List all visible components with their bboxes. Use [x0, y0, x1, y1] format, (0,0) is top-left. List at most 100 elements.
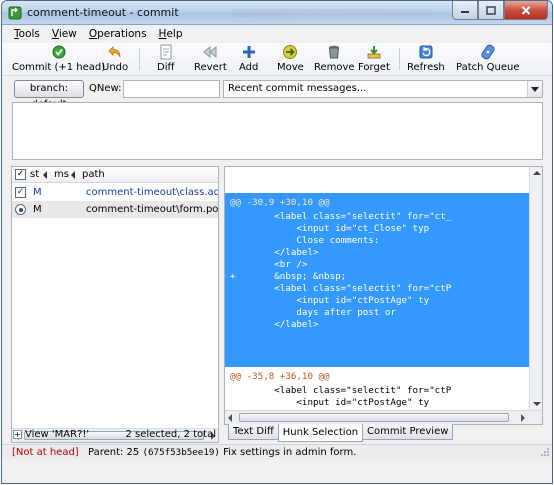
menu-operations[interactable]: Operations [83, 26, 153, 42]
add-label: Add [239, 62, 259, 73]
title-bar-blur [232, 9, 432, 17]
expand-icon[interactable]: + [13, 430, 22, 439]
column-header-path[interactable]: path [82, 169, 105, 180]
view-filter[interactable]: View 'MAR?!' [25, 429, 89, 440]
branch-button[interactable]: branch: default [14, 80, 84, 110]
column-header-ms[interactable]: ms [54, 169, 69, 180]
app-window: comment-timeout - commit Tools View Oper… [1, 0, 553, 484]
close-button[interactable] [504, 1, 548, 20]
diff-tabs: Text Diff Hunk Selection Commit Preview [228, 424, 454, 442]
refresh-label: Refresh [407, 62, 445, 73]
diff-line: <label class="selectit" for="ctP [230, 385, 452, 396]
select-all-checkbox[interactable]: ✓ [15, 169, 26, 180]
tab-hunk-selection[interactable]: Hunk Selection [277, 424, 364, 442]
undo-label: Undo [102, 62, 129, 73]
parent-message: Fix settings in admin form. [223, 447, 357, 458]
scroll-right-icon[interactable] [521, 414, 525, 422]
diff-line: Close comments: [230, 235, 380, 246]
diff-line: <input id="ctPostAge" ty [230, 295, 430, 306]
window-bottom [2, 460, 552, 483]
diff-button[interactable]: Diff [157, 44, 174, 75]
hunk-header: @@ -35,8 +36,10 @@ [230, 371, 330, 382]
revert-icon [202, 44, 218, 60]
refresh-button[interactable]: Refresh [407, 44, 445, 75]
recent-messages-select[interactable]: Recent commit messages... [223, 80, 543, 98]
resize-grip-icon[interactable] [540, 447, 550, 457]
window-title: comment-timeout - commit [27, 6, 179, 19]
diff-line-added: + &nbsp; &nbsp; [230, 271, 347, 282]
patch-queue-label: Patch Queue [456, 62, 520, 73]
file-path: comment-timeout\class.admin.p [86, 187, 218, 198]
branch-row: branch: default QNew: Recent commit mess… [2, 78, 552, 110]
forget-button[interactable]: Forget [358, 44, 390, 75]
window-controls [452, 1, 548, 20]
maximize-button[interactable] [478, 1, 504, 20]
title-bar[interactable]: comment-timeout - commit [2, 1, 552, 25]
commit-message-input[interactable] [12, 102, 543, 160]
patch-queue-icon [480, 44, 496, 60]
move-button[interactable]: Move [277, 44, 304, 75]
remove-button[interactable]: Remove [314, 44, 355, 75]
add-button[interactable]: Add [239, 44, 258, 75]
column-header-st[interactable]: st [30, 169, 39, 180]
commit-button[interactable]: Commit (+1 head) [12, 44, 105, 75]
scroll-down-icon[interactable] [533, 402, 541, 406]
diff-view[interactable]: @@ -30,9 +30,10 @@ <label class="selecti… [224, 166, 543, 425]
minimize-button[interactable] [452, 1, 478, 20]
diff-hunk[interactable]: @@ -35,8 +36,10 @@ <label class="selecti… [225, 367, 530, 410]
tab-commit-preview[interactable]: Commit Preview [362, 424, 454, 440]
minimize-icon [461, 11, 469, 13]
app-icon [8, 6, 22, 20]
menu-label: iew [58, 28, 77, 40]
diff-line: </label> [230, 247, 319, 258]
selection-count: 2 selected, 2 total [125, 429, 216, 440]
dropdown-arrow[interactable] [527, 81, 542, 97]
menu-label: elp [166, 28, 183, 40]
file-row[interactable]: ✓ M comment-timeout\class.admin.p [12, 184, 218, 201]
scroll-left-icon[interactable] [228, 414, 232, 422]
tab-text-diff[interactable]: Text Diff [228, 424, 279, 440]
diff-label: Diff [157, 62, 175, 73]
diff-hscrollbar[interactable] [225, 410, 542, 424]
maximize-icon [486, 5, 496, 15]
file-path: comment-timeout\form.post.ph [86, 204, 219, 215]
qnew-label: QNew: [89, 83, 122, 94]
file-checkbox[interactable]: ✓ [15, 187, 26, 198]
diff-icon [158, 44, 174, 60]
sort-arrow-icon [43, 171, 47, 179]
add-icon [241, 44, 257, 60]
hunk-header: @@ -30,9 +30,10 @@ [230, 197, 330, 208]
parent-hash: (675f53b5ee19) [142, 447, 220, 458]
commit-label: Commit (+1 head) [12, 62, 106, 73]
file-list: ✓ st ms path ✓ M comment-timeout\class.a… [11, 166, 219, 443]
diff-line: <label class="selectit" for="ctP [230, 283, 452, 294]
file-radio[interactable] [15, 204, 26, 215]
chevron-down-icon [531, 86, 539, 92]
qnew-input[interactable] [123, 80, 220, 98]
file-row[interactable]: M comment-timeout\form.post.ph [12, 201, 218, 218]
sort-arrow-icon [71, 171, 75, 179]
recent-messages-value: Recent commit messages... [228, 83, 367, 94]
close-icon [521, 5, 531, 15]
menu-tools[interactable]: Tools [8, 26, 46, 42]
revert-button[interactable]: Revert [194, 44, 227, 75]
diff-line: <label class="selectit" for="ct_ [230, 211, 452, 222]
menu-view[interactable]: View [46, 26, 83, 42]
parent-info: Parent: 25 (675f53b5ee19) Fix settings i… [88, 447, 356, 458]
file-status: M [33, 204, 42, 215]
menu-help[interactable]: Help [153, 26, 189, 42]
diff-vscrollbar[interactable] [529, 167, 542, 410]
undo-icon [107, 44, 123, 60]
menu-mnemonic: V [51, 28, 59, 40]
diff-hunk-selected[interactable]: @@ -30,9 +30,10 @@ <label class="selecti… [225, 193, 530, 367]
status-bar: [Not at head] Parent: 25 (675f53b5ee19) … [2, 444, 552, 459]
undo-button[interactable]: Undo [102, 44, 128, 75]
patch-queue-button[interactable]: Patch Queue [456, 44, 520, 75]
diff-line: <br /> [230, 259, 308, 270]
scroll-thumb[interactable] [239, 413, 509, 422]
scroll-up-icon[interactable] [533, 171, 541, 175]
menu-label: perations [97, 28, 147, 40]
file-status: M [33, 187, 42, 198]
refresh-icon [418, 44, 434, 60]
move-label: Move [277, 62, 304, 73]
